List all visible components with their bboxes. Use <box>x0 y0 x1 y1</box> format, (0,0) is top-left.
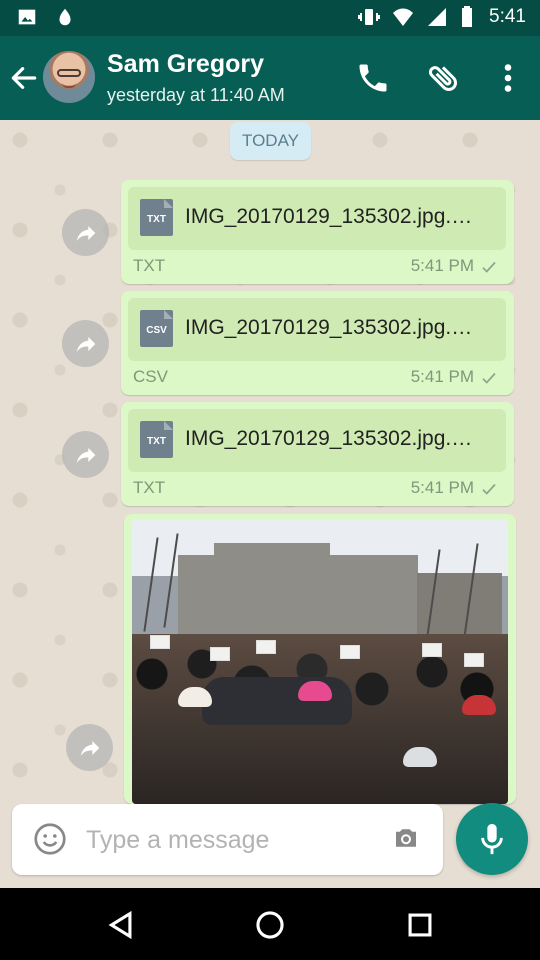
nav-home-icon[interactable] <box>253 908 287 942</box>
file-name: IMG_20170129_135302.jpg.… <box>185 316 473 339</box>
document-preview[interactable]: CSV IMG_20170129_135302.jpg.… <box>128 298 506 361</box>
csv-file-icon: CSV <box>140 310 173 347</box>
emoji-icon[interactable] <box>32 821 68 857</box>
sent-check-icon <box>482 372 496 384</box>
file-type: TXT <box>133 478 166 497</box>
forward-icon <box>76 447 95 463</box>
file-name: IMG_20170129_135302.jpg.… <box>185 427 473 450</box>
txt-file-icon: TXT <box>140 421 173 458</box>
call-icon[interactable] <box>355 60 391 96</box>
forward-button[interactable] <box>66 724 113 771</box>
battery-icon <box>462 6 473 27</box>
date-separator: TODAY <box>230 122 311 160</box>
document-preview[interactable]: TXT IMG_20170129_135302.jpg.… <box>128 187 506 250</box>
file-name: IMG_20170129_135302.jpg.… <box>185 205 473 228</box>
attachment-icon[interactable] <box>426 60 462 96</box>
document-message[interactable]: TXT IMG_20170129_135302.jpg.… TXT 5:41 P… <box>121 180 514 284</box>
signal-icon <box>428 8 447 26</box>
message-composer <box>12 804 443 875</box>
wifi-icon <box>393 8 414 26</box>
vibrate-icon <box>358 9 381 25</box>
file-type: CSV <box>133 367 168 386</box>
txt-file-icon: TXT <box>140 199 173 236</box>
image-message[interactable] <box>124 514 516 804</box>
nav-back-icon[interactable] <box>103 908 137 942</box>
chat-messages-area[interactable]: TODAY TXT IMG_20170129_135302.jpg.… TXT … <box>0 120 540 888</box>
file-icon-label: TXT <box>147 214 166 225</box>
message-time: 5:41 PM <box>410 478 474 497</box>
sent-check-icon <box>482 261 496 273</box>
document-message[interactable]: CSV IMG_20170129_135302.jpg.… CSV 5:41 P… <box>121 291 514 395</box>
forward-button[interactable] <box>62 431 109 478</box>
message-input[interactable] <box>84 820 374 860</box>
camera-icon[interactable] <box>389 823 423 853</box>
forward-icon <box>80 740 99 756</box>
forward-icon <box>76 225 95 241</box>
forward-button[interactable] <box>62 209 109 256</box>
last-seen-status: yesterday at 11:40 AM <box>107 85 285 105</box>
file-type: TXT <box>133 256 166 275</box>
more-options-icon[interactable] <box>490 60 526 96</box>
forward-button[interactable] <box>62 320 109 367</box>
status-bar: 5:41 <box>0 0 540 36</box>
chat-header: Sam Gregory yesterday at 11:40 AM <box>0 36 540 120</box>
crowd-photo[interactable] <box>132 519 508 804</box>
file-icon-label: CSV <box>146 325 167 336</box>
message-time: 5:41 PM <box>410 367 474 386</box>
avatar-smile <box>62 83 76 88</box>
microphone-icon <box>481 823 503 855</box>
contact-avatar[interactable] <box>43 51 95 103</box>
image-icon <box>18 9 36 25</box>
drop-icon <box>59 8 71 26</box>
back-arrow-icon[interactable] <box>8 62 40 94</box>
sent-check-icon <box>482 483 496 495</box>
forward-icon <box>76 336 95 352</box>
avatar-glasses <box>57 69 81 77</box>
system-navigation-bar <box>0 888 540 960</box>
contact-name[interactable]: Sam Gregory <box>107 50 264 79</box>
file-icon-label: TXT <box>147 436 166 447</box>
document-preview[interactable]: TXT IMG_20170129_135302.jpg.… <box>128 409 506 472</box>
document-message[interactable]: TXT IMG_20170129_135302.jpg.… TXT 5:41 P… <box>121 402 514 506</box>
nav-recents-icon[interactable] <box>403 908 437 942</box>
message-time: 5:41 PM <box>410 256 474 275</box>
voice-record-button[interactable] <box>456 803 528 875</box>
status-time: 5:41 <box>489 6 526 27</box>
